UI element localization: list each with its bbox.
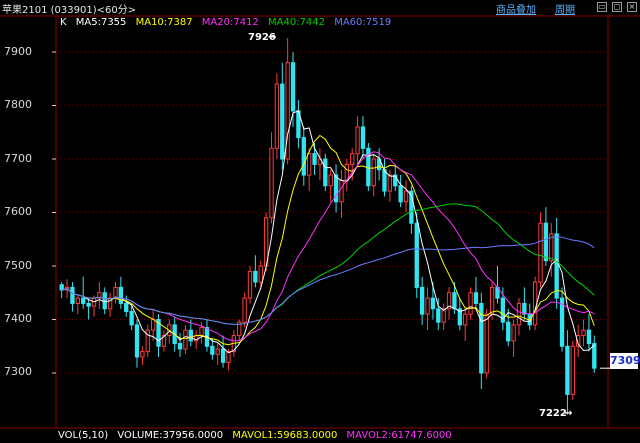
low-arrow-icon: → — [564, 408, 573, 419]
candle-body — [489, 286, 495, 315]
candle-body — [360, 126, 366, 149]
low-price-label: 7222 — [539, 408, 567, 419]
candle-body — [570, 345, 575, 395]
volume-value: VOLUME:37956.0000 — [117, 430, 224, 441]
candle-body — [516, 302, 522, 326]
mavol1-value: MAVOL1:59683.0000 — [232, 430, 338, 441]
candle-body — [215, 348, 220, 355]
candle-body — [199, 327, 204, 337]
candle-body — [328, 174, 333, 187]
candle-body — [247, 270, 253, 299]
candle-body — [323, 158, 328, 187]
candle-body — [543, 222, 549, 262]
price-tick: 7400 — [4, 312, 32, 325]
ma60-line — [61, 236, 595, 325]
overlay-products-link[interactable]: 商品叠加 — [496, 1, 536, 16]
candle-body — [258, 265, 263, 283]
candle-body — [463, 313, 468, 326]
expand-icon[interactable]: ◻ — [612, 2, 622, 12]
ma10-label: MA10:7387 — [135, 17, 193, 28]
candle-body — [339, 179, 344, 203]
candle-body — [419, 286, 425, 315]
candle-body — [387, 174, 393, 192]
candle-body — [473, 292, 479, 304]
price-tick: 7500 — [4, 259, 32, 272]
candle-body — [382, 169, 387, 192]
candle-body — [129, 310, 134, 326]
candle-body — [59, 284, 64, 291]
candlestick-chart[interactable] — [0, 0, 640, 443]
candle-body — [511, 324, 516, 342]
candle-body — [253, 270, 258, 283]
candle-body — [269, 147, 274, 219]
candle-body — [355, 126, 360, 155]
candle-body — [210, 345, 215, 355]
price-axis: 7900 7800 7700 7600 7500 7400 7300 — [0, 0, 56, 443]
title-bar: 苹果2101 (033901)<60分> 商品叠加 周期 ▭ ◻ × — [0, 0, 640, 16]
candle-body — [586, 329, 592, 345]
cycle-link[interactable]: 周期 — [555, 1, 575, 16]
minimize-icon[interactable]: ▭ — [597, 2, 607, 12]
ma-legend: K MA5:7355 MA10:7387 MA20:7412 MA40:7442… — [60, 17, 397, 28]
candle-body — [312, 153, 317, 165]
candle-body — [592, 343, 597, 369]
candle-body — [403, 190, 409, 203]
price-tick: 7300 — [4, 365, 32, 378]
candle-body — [242, 297, 247, 323]
candle-body — [430, 297, 436, 310]
candle-body — [274, 83, 280, 149]
candle-body — [177, 343, 183, 350]
price-tick: 7800 — [4, 98, 32, 111]
candle-body — [468, 292, 473, 315]
mavol2-value: MAVOL2:61747.6000 — [346, 430, 452, 441]
candle-body — [565, 345, 570, 395]
price-tick: 7900 — [4, 45, 32, 58]
ma60-label: MA60:7519 — [334, 17, 392, 28]
candle-body — [81, 297, 86, 304]
candle-body — [554, 233, 559, 299]
candle-body — [350, 153, 355, 165]
candle-body — [150, 319, 156, 331]
candle-body — [425, 297, 430, 315]
candle-body — [538, 222, 543, 283]
high-arrow-icon: → — [268, 32, 277, 43]
close-icon[interactable]: × — [627, 2, 637, 12]
candle-body — [75, 297, 80, 304]
candle-body — [452, 292, 457, 310]
ma20-label: MA20:7412 — [201, 17, 259, 28]
candle-body — [134, 324, 140, 358]
ma5-label: MA5:7355 — [75, 17, 127, 28]
candle-body — [70, 286, 75, 304]
candle-body — [307, 153, 312, 176]
price-tick: 7700 — [4, 152, 32, 165]
candle-body — [484, 313, 489, 374]
chart-type-label: K — [60, 17, 67, 28]
ma5-line — [61, 110, 595, 354]
candle-body — [398, 185, 403, 203]
candle-body — [290, 62, 296, 112]
candle-body — [118, 286, 124, 304]
candle-body — [506, 321, 511, 342]
ma40-label: MA40:7442 — [268, 17, 326, 28]
candle-body — [301, 137, 306, 176]
ma40-line — [61, 203, 595, 325]
candle-body — [102, 292, 107, 310]
candle-body — [414, 222, 419, 288]
candle-body — [140, 351, 145, 358]
candle-body — [86, 302, 91, 307]
current-price-badge: 7309 — [610, 353, 640, 369]
candle-body — [220, 348, 226, 363]
price-tick: 7600 — [4, 205, 32, 218]
candle-body — [188, 329, 193, 342]
candle-body — [371, 158, 376, 187]
candle-body — [183, 329, 188, 350]
candle-body — [581, 329, 586, 337]
volume-indicator-bar: VOL(5,10) VOLUME:37956.0000 MAVOL1:59683… — [58, 430, 458, 441]
vol-label: VOL(5,10) — [58, 430, 109, 441]
candle-body — [436, 308, 441, 323]
candle-body — [280, 83, 285, 160]
ma10-line — [61, 134, 595, 346]
candle-body — [124, 302, 129, 312]
